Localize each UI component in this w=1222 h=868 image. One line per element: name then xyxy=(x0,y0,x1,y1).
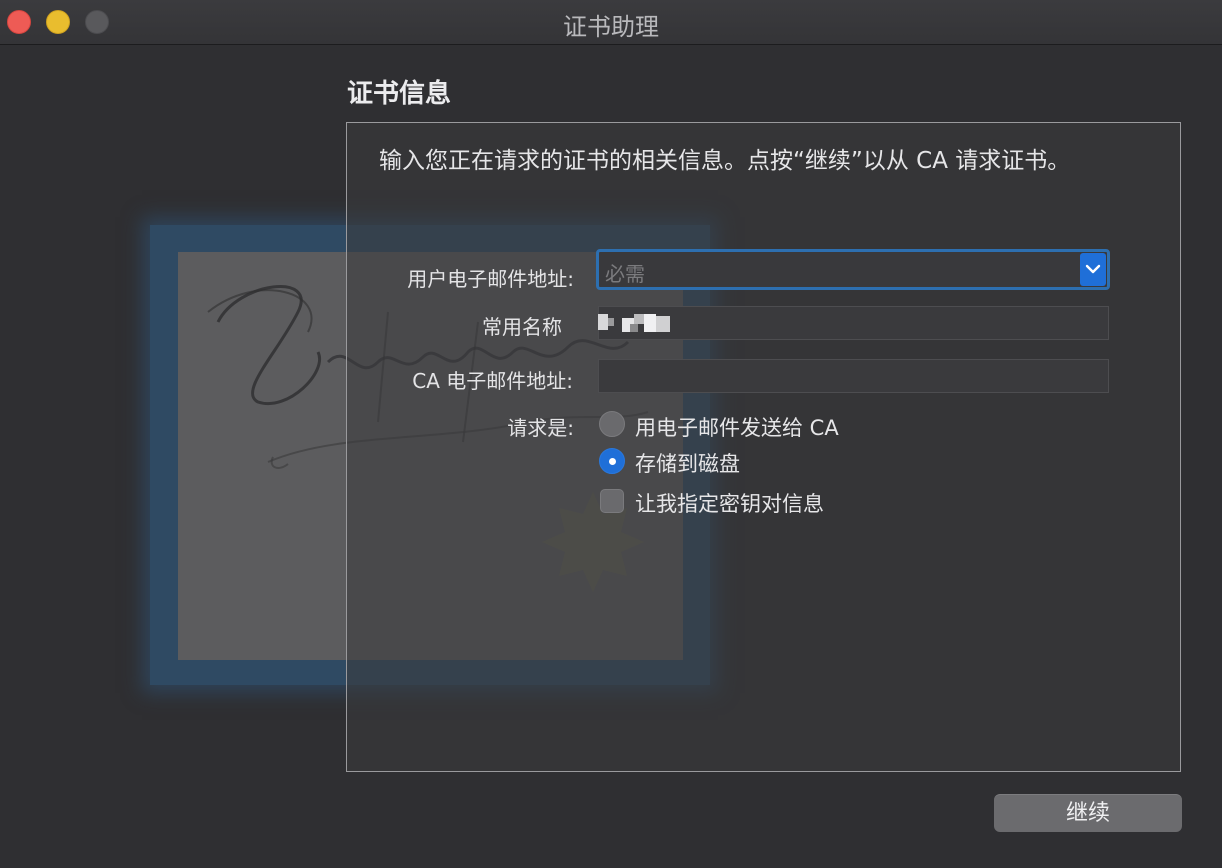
radio-save-to-disk[interactable] xyxy=(599,448,625,474)
ca-email-label: CA 电子邮件地址: xyxy=(412,369,573,393)
request-label: 请求是: xyxy=(507,416,574,440)
form-panel xyxy=(346,122,1181,772)
common-name-field[interactable] xyxy=(598,306,1109,340)
email-placeholder: 必需 xyxy=(605,262,645,286)
email-label: 用户电子邮件地址: xyxy=(407,267,574,291)
ca-email-field[interactable] xyxy=(598,359,1109,393)
email-field[interactable]: 必需 xyxy=(596,249,1110,290)
window-title: 证书助理 xyxy=(563,13,659,41)
certificate-assistant-window: 证书助理 证书信息 输入您正在请求的证书的相关信息。点按“继续”以从 CA 请求… xyxy=(0,0,1222,868)
common-name-label: 常用名称 xyxy=(482,315,562,339)
description-text: 输入您正在请求的证书的相关信息。点按“继续”以从 CA 请求证书。 xyxy=(379,148,1071,174)
email-dropdown-button[interactable] xyxy=(1080,253,1106,286)
continue-button[interactable]: 继续 xyxy=(994,794,1182,832)
radio-email-to-ca[interactable] xyxy=(599,411,625,437)
chevron-down-icon xyxy=(1085,264,1101,274)
option-save-to-disk-label: 存储到磁盘 xyxy=(635,452,740,476)
option-email-to-ca-label: 用电子邮件发送给 CA xyxy=(635,416,839,440)
section-title: 证书信息 xyxy=(347,79,452,109)
key-pair-label: 让我指定密钥对信息 xyxy=(635,492,824,516)
redacted-name xyxy=(598,314,670,332)
title-bar: 证书助理 xyxy=(0,0,1222,45)
key-pair-checkbox[interactable] xyxy=(600,489,624,513)
